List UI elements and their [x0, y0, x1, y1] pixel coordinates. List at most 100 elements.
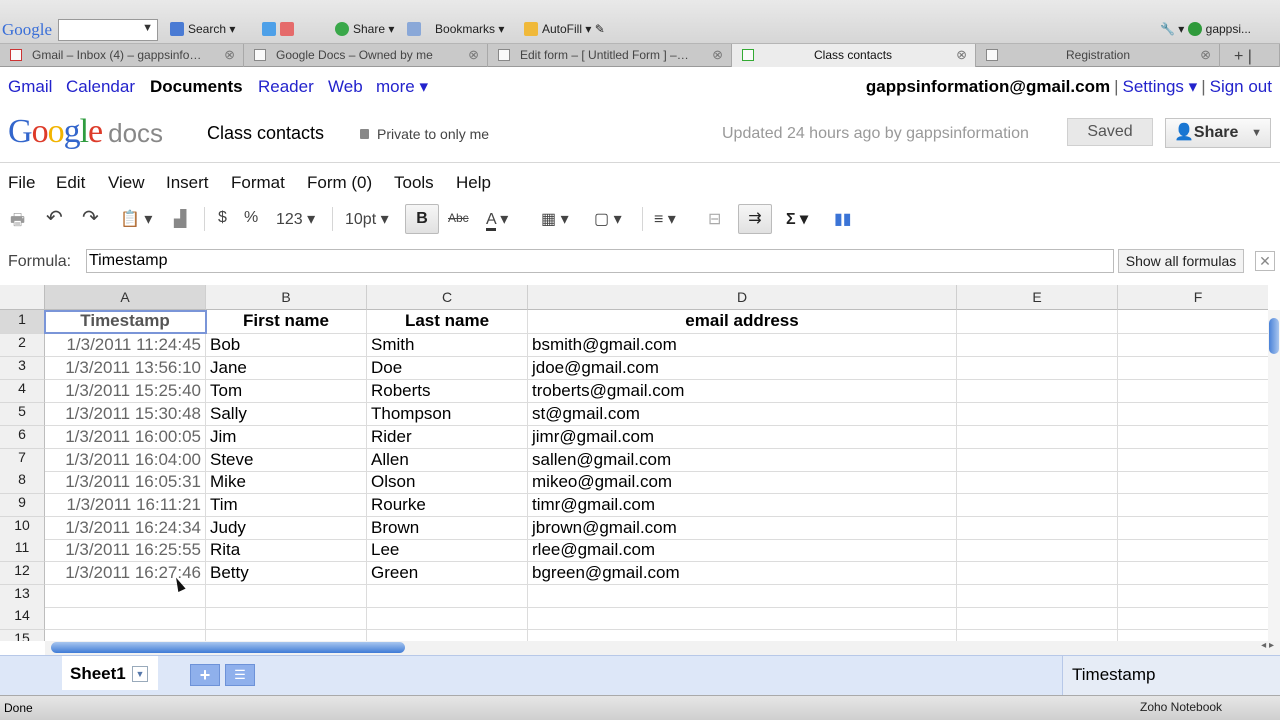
tab-registration[interactable]: Registration ⊗: [976, 44, 1220, 67]
column-header-a[interactable]: A: [45, 285, 206, 310]
tab-gmail[interactable]: Gmail – Inbox (4) – gappsinfo… ⊗: [0, 44, 244, 67]
horizontal-scrollbar[interactable]: ◂ ▸: [45, 640, 1280, 655]
toolbar-search-input[interactable]: ▼: [58, 19, 158, 41]
google-toolbar-logo[interactable]: Google: [2, 20, 52, 40]
table-cell[interactable]: [206, 607, 367, 630]
table-cell[interactable]: [528, 607, 957, 630]
close-formula-icon[interactable]: ✕: [1255, 251, 1275, 271]
table-cell[interactable]: 1/3/2011 16:00:05: [45, 426, 206, 449]
table-cell[interactable]: 1/3/2011 16:25:55: [45, 539, 206, 562]
table-cell[interactable]: bsmith@gmail.com: [528, 334, 957, 357]
row-header[interactable]: 14: [0, 607, 45, 630]
row-header[interactable]: 15: [0, 630, 45, 641]
table-cell[interactable]: Rider: [367, 426, 528, 449]
table-cell[interactable]: Rourke: [367, 494, 528, 517]
print-icon[interactable]: 🖶: [10, 209, 25, 236]
row-header[interactable]: 4: [0, 380, 45, 403]
table-cell[interactable]: [1118, 607, 1268, 630]
gbar-link-reader[interactable]: Reader: [258, 77, 314, 97]
table-cell[interactable]: Doe: [367, 357, 528, 380]
column-header-c[interactable]: C: [367, 285, 528, 310]
tab-google-docs[interactable]: Google Docs – Owned by me ⊗: [244, 44, 488, 67]
fill-color-button[interactable]: ▦ ▾: [541, 209, 569, 229]
table-cell[interactable]: Thompson: [367, 403, 528, 426]
horizontal-scroll-thumb[interactable]: [51, 642, 405, 653]
paste-icon[interactable]: 📋 ▾: [120, 209, 152, 229]
table-cell[interactable]: [1118, 426, 1268, 449]
privacy-status[interactable]: Private to only me: [360, 126, 489, 142]
table-cell[interactable]: [1118, 471, 1268, 494]
table-cell[interactable]: [1118, 334, 1268, 357]
saved-button[interactable]: Saved: [1067, 118, 1153, 146]
table-cell[interactable]: Tom: [206, 380, 367, 403]
table-cell[interactable]: Bob: [206, 334, 367, 357]
table-cell[interactable]: Roberts: [367, 380, 528, 403]
toolbar-search-button[interactable]: Search ▾: [170, 22, 235, 36]
table-cell[interactable]: [957, 539, 1118, 562]
borders-button[interactable]: ▢ ▾: [594, 209, 622, 229]
table-cell[interactable]: [1118, 539, 1268, 562]
table-cell[interactable]: [1118, 310, 1268, 334]
table-cell[interactable]: timr@gmail.com: [528, 494, 957, 517]
row-header[interactable]: 10: [0, 517, 45, 540]
sign-out-link[interactable]: Sign out: [1210, 77, 1272, 96]
column-header-d[interactable]: D: [528, 285, 957, 310]
menu-file[interactable]: File: [8, 173, 35, 193]
toolbar-icons[interactable]: [262, 22, 298, 36]
table-cell[interactable]: [206, 630, 367, 641]
merge-cells-icon[interactable]: ⊟: [708, 209, 721, 229]
table-cell[interactable]: [1118, 585, 1268, 608]
strikethrough-button[interactable]: Abc: [448, 211, 469, 225]
table-cell[interactable]: Green: [367, 562, 528, 585]
close-icon[interactable]: ⊗: [956, 47, 967, 63]
table-cell[interactable]: jdoe@gmail.com: [528, 357, 957, 380]
table-cell[interactable]: [957, 494, 1118, 517]
table-cell[interactable]: [1118, 403, 1268, 426]
align-button[interactable]: ≡ ▾: [654, 209, 676, 229]
table-cell[interactable]: First name: [206, 310, 367, 334]
row-header[interactable]: 8: [0, 471, 45, 494]
table-cell[interactable]: [1118, 517, 1268, 540]
table-cell[interactable]: jimr@gmail.com: [528, 426, 957, 449]
close-icon[interactable]: ⊗: [224, 47, 235, 63]
table-cell[interactable]: Tim: [206, 494, 367, 517]
document-title[interactable]: Class contacts: [207, 123, 324, 144]
text-color-button[interactable]: A ▾: [486, 209, 508, 231]
table-cell[interactable]: [1118, 357, 1268, 380]
select-all-corner[interactable]: [0, 285, 45, 310]
percent-format-button[interactable]: %: [244, 209, 258, 227]
row-header[interactable]: 1: [0, 310, 45, 334]
zoho-notebook-button[interactable]: Zoho Notebook: [1140, 700, 1222, 714]
table-cell[interactable]: Brown: [367, 517, 528, 540]
toolbar-autofill-button[interactable]: AutoFill ▾ ✎: [524, 22, 605, 36]
table-cell[interactable]: Allen: [367, 449, 528, 472]
table-cell[interactable]: Rita: [206, 539, 367, 562]
table-cell[interactable]: [367, 607, 528, 630]
row-header[interactable]: 7: [0, 449, 45, 472]
table-cell[interactable]: [1118, 562, 1268, 585]
table-cell[interactable]: Jim: [206, 426, 367, 449]
vertical-scroll-thumb[interactable]: [1269, 318, 1279, 354]
close-icon[interactable]: ⊗: [468, 47, 479, 63]
close-icon[interactable]: ⊗: [712, 47, 723, 63]
table-cell[interactable]: bgreen@gmail.com: [528, 562, 957, 585]
chart-icon[interactable]: ▮▮: [834, 209, 852, 229]
table-cell[interactable]: [528, 585, 957, 608]
sheet-menu-icon[interactable]: ▼: [132, 666, 148, 682]
table-cell[interactable]: [528, 630, 957, 641]
toolbar-share-button[interactable]: Share ▾: [335, 22, 394, 36]
currency-format-button[interactable]: $: [218, 209, 227, 227]
new-tab-button[interactable]: + |: [1220, 44, 1280, 67]
table-cell[interactable]: [367, 630, 528, 641]
toolbar-bookmarks-button[interactable]: Bookmarks ▾: [407, 22, 504, 36]
toolbar-user-button[interactable]: 🔧 ▾ gappsi...: [1160, 22, 1251, 36]
functions-button[interactable]: Σ ▾: [786, 209, 808, 229]
table-cell[interactable]: Steve: [206, 449, 367, 472]
gbar-link-gmail[interactable]: Gmail: [8, 77, 52, 97]
menu-form[interactable]: Form (0): [307, 173, 372, 193]
paint-format-icon[interactable]: ▟: [174, 209, 186, 229]
bold-button[interactable]: B: [405, 204, 439, 234]
chevron-down-icon[interactable]: ▼: [142, 22, 153, 34]
vertical-scrollbar[interactable]: [1268, 310, 1280, 641]
table-cell[interactable]: Smith: [367, 334, 528, 357]
